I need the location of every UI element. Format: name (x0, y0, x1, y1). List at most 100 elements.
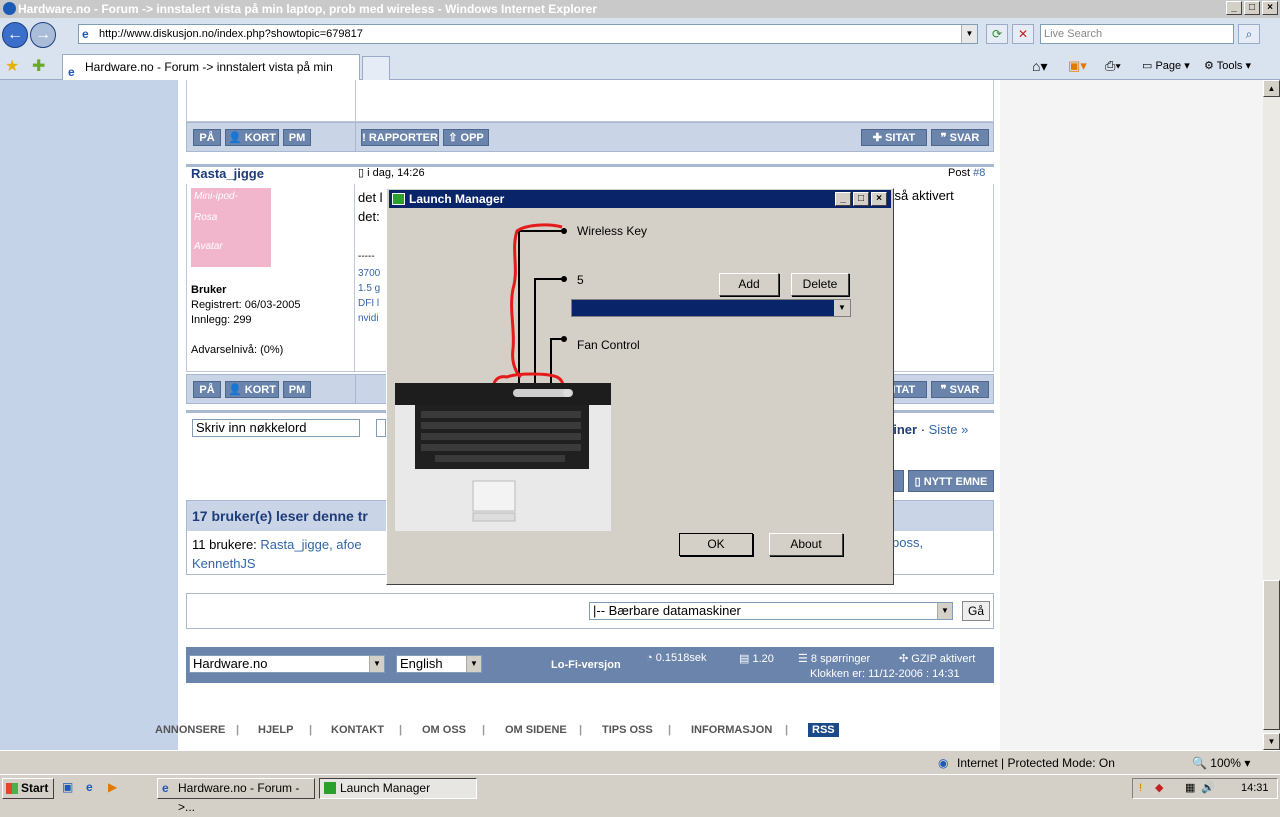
taskbar-launch-manager[interactable]: Launch Manager (319, 778, 477, 799)
maximize-button[interactable]: □ (1244, 1, 1260, 15)
delete-button[interactable]: Delete (791, 273, 849, 296)
zone-text: Internet | Protected Mode: On (957, 756, 1115, 770)
kort-button[interactable]: 👤 KORT (225, 381, 279, 398)
kort-button[interactable]: 👤 KORT (225, 129, 279, 146)
reader-link[interactable]: boss, (892, 535, 923, 550)
callout-line (518, 230, 564, 389)
svar-button[interactable]: ❞ SVAR (931, 381, 989, 398)
media-player-icon[interactable]: ▶ (108, 780, 117, 794)
language-select[interactable]: English ▼ (396, 655, 482, 673)
tab-hardware-forum[interactable]: e Hardware.no - Forum -> innstalert vist… (62, 54, 360, 98)
divider: | (482, 724, 486, 736)
readers-count-label: 11 brukere: (192, 537, 261, 552)
previous-post-body (186, 80, 994, 122)
divider: | (399, 724, 403, 736)
pagenav-separator: · (917, 422, 929, 437)
post-username[interactable]: Rasta_jigge (191, 166, 264, 181)
svar-label: SVAR (949, 384, 980, 396)
globe-icon: ◉ (938, 756, 949, 770)
divider: | (785, 724, 789, 736)
stat-time: ◔ 0.1518sek (646, 652, 706, 664)
user-rank: Bruker (191, 284, 227, 296)
search-go-button[interactable]: ⌕ (1238, 24, 1260, 44)
about-button[interactable]: About (769, 533, 843, 556)
forward-button[interactable]: → (30, 22, 56, 48)
feeds-icon[interactable]: ▣▾ (1068, 58, 1087, 74)
topic-search-input[interactable]: Skriv inn nøkkelord (192, 419, 360, 437)
link-om-sidene[interactable]: OM SIDENE (505, 724, 567, 736)
link-hjelp[interactable]: HJELP (258, 724, 293, 736)
ok-button[interactable]: OK (679, 533, 753, 556)
home-icon[interactable]: ⌂▾ (1032, 58, 1047, 74)
show-desktop-icon[interactable]: ▣ (62, 780, 73, 794)
reader-link[interactable]: KennethJS (192, 556, 256, 571)
user-icon: 👤 (228, 132, 245, 144)
new-tab-button[interactable] (362, 56, 390, 80)
tray-clock[interactable]: 14:31 (1241, 779, 1269, 798)
post-label: Post (948, 167, 974, 179)
chevron-down-icon: ▼ (834, 300, 850, 316)
volume-icon[interactable]: 🔊 (1201, 779, 1215, 798)
post-number-link[interactable]: #8 (973, 167, 985, 179)
forum-jump-select[interactable]: |-- Bærbare datamaskiner ▼ (589, 602, 953, 620)
signature-dashes: ----- (358, 251, 375, 262)
refresh-button[interactable]: ⟳ (986, 24, 1008, 44)
print-icon[interactable]: ⎙▾ (1105, 58, 1121, 74)
new-topic-button[interactable]: ▯ NYTT EMNE (908, 470, 994, 492)
bottom-links: ANNONSERE | HJELP | KONTAKT | OM OSS | O… (155, 722, 855, 740)
topic-search-button[interactable] (376, 419, 386, 437)
chevron-down-icon: ▼ (937, 603, 952, 619)
sitat-button[interactable]: ✚ SITAT (861, 129, 927, 146)
rss-link[interactable]: RSS (808, 723, 839, 737)
rapporter-button[interactable]: ! RAPPORTER (361, 129, 439, 146)
avatar-line: Mini-ipod- (194, 191, 238, 202)
ie-quicklaunch-icon[interactable]: e (86, 780, 93, 794)
scroll-up-arrow-icon[interactable]: ▲ (1263, 80, 1280, 97)
taskbar-ie[interactable]: e Hardware.no - Forum ->... (157, 778, 315, 814)
svar-button[interactable]: ❞ SVAR (931, 129, 989, 146)
pm-button[interactable]: PM (283, 381, 311, 398)
close-button[interactable]: × (1262, 1, 1278, 15)
go-button[interactable]: Gå (962, 601, 990, 621)
link-kontakt[interactable]: KONTAKT (331, 724, 384, 736)
address-dropdown-icon[interactable]: ▼ (961, 25, 977, 43)
live-search-input[interactable]: Live Search (1040, 24, 1234, 44)
scroll-down-arrow-icon[interactable]: ▼ (1263, 733, 1280, 750)
link-om-oss[interactable]: OM OSS (422, 724, 466, 736)
pa-button[interactable]: PÅ (193, 381, 221, 398)
pagenav-last-link[interactable]: Siste » (929, 422, 969, 437)
program-select[interactable]: ▼ (571, 299, 851, 317)
load-icon: ▤ (739, 653, 753, 665)
stop-button[interactable]: ✕ (1012, 24, 1034, 44)
add-favorites-icon[interactable]: ✚ (32, 56, 45, 76)
address-bar-row: ← → e http://www.diskusjon.no/index.php?… (0, 18, 1280, 52)
page-menu[interactable]: ▭ Page ▾ (1142, 58, 1190, 74)
database-icon: ☰ (798, 653, 811, 665)
minimize-button[interactable]: _ (1226, 1, 1242, 15)
link-informasjon[interactable]: INFORMASJON (691, 724, 772, 736)
vertical-scrollbar[interactable]: ▲ ▼ (1263, 80, 1280, 750)
back-button[interactable]: ← (2, 22, 28, 48)
site-select[interactable]: Hardware.no ▼ (189, 655, 385, 673)
up-arrow-icon: ⇧ (448, 132, 461, 144)
reader-links[interactable]: Rasta_jigge, afoe (260, 537, 361, 552)
post-text-line: det: (358, 209, 380, 224)
pa-button[interactable]: PÅ (193, 129, 221, 146)
network-icon[interactable]: ▦ (1185, 779, 1195, 798)
add-button[interactable]: Add (719, 273, 779, 296)
address-field[interactable]: e http://www.diskusjon.no/index.php?show… (78, 24, 978, 44)
opp-button[interactable]: ⇧ OPP (443, 129, 489, 146)
tray-icon[interactable]: ! (1139, 779, 1142, 798)
tray-icon[interactable]: ◆ (1155, 779, 1163, 798)
zoom-control[interactable]: 🔍 100% ▾ (1192, 751, 1250, 775)
favorites-star-icon[interactable]: ★ (5, 56, 19, 76)
lofi-link[interactable]: Lo-Fi-versjon (551, 659, 621, 671)
start-button[interactable]: Start (2, 778, 54, 799)
post-text-right: ltså aktivert (888, 188, 954, 203)
link-annonsere[interactable]: ANNONSERE (155, 724, 225, 736)
pm-button[interactable]: PM (283, 129, 311, 146)
link-tips-oss[interactable]: TIPS OSS (602, 724, 653, 736)
scroll-thumb[interactable] (1263, 580, 1280, 730)
tools-menu[interactable]: ⚙ Tools ▾ (1204, 58, 1251, 74)
divider: | (579, 724, 583, 736)
